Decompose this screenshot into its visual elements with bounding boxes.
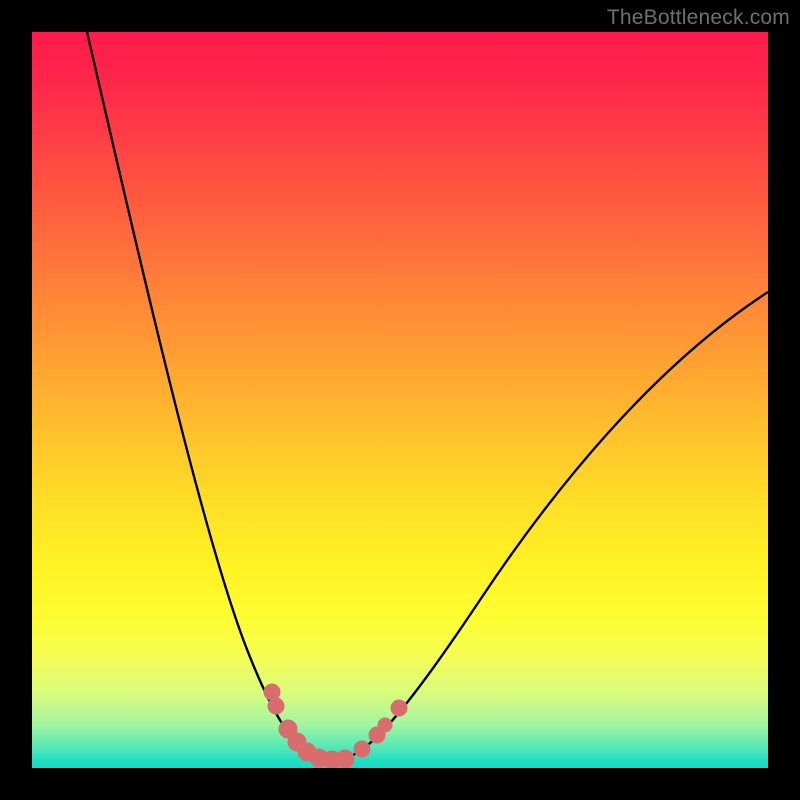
- plot-area: [32, 32, 768, 768]
- marker-dot: [378, 718, 392, 732]
- marker-dot: [264, 684, 280, 700]
- marker-dot: [391, 700, 407, 716]
- curve-right: [332, 292, 768, 760]
- watermark-text: TheBottleneck.com: [607, 6, 790, 30]
- marker-group-right: [354, 700, 407, 757]
- curve-left: [87, 32, 332, 760]
- chart-frame: TheBottleneck.com: [0, 0, 800, 800]
- marker-dot: [268, 698, 284, 714]
- bottleneck-curve: [32, 32, 768, 768]
- marker-dot: [354, 741, 370, 757]
- marker-dot: [336, 750, 354, 768]
- marker-group-left: [264, 684, 354, 768]
